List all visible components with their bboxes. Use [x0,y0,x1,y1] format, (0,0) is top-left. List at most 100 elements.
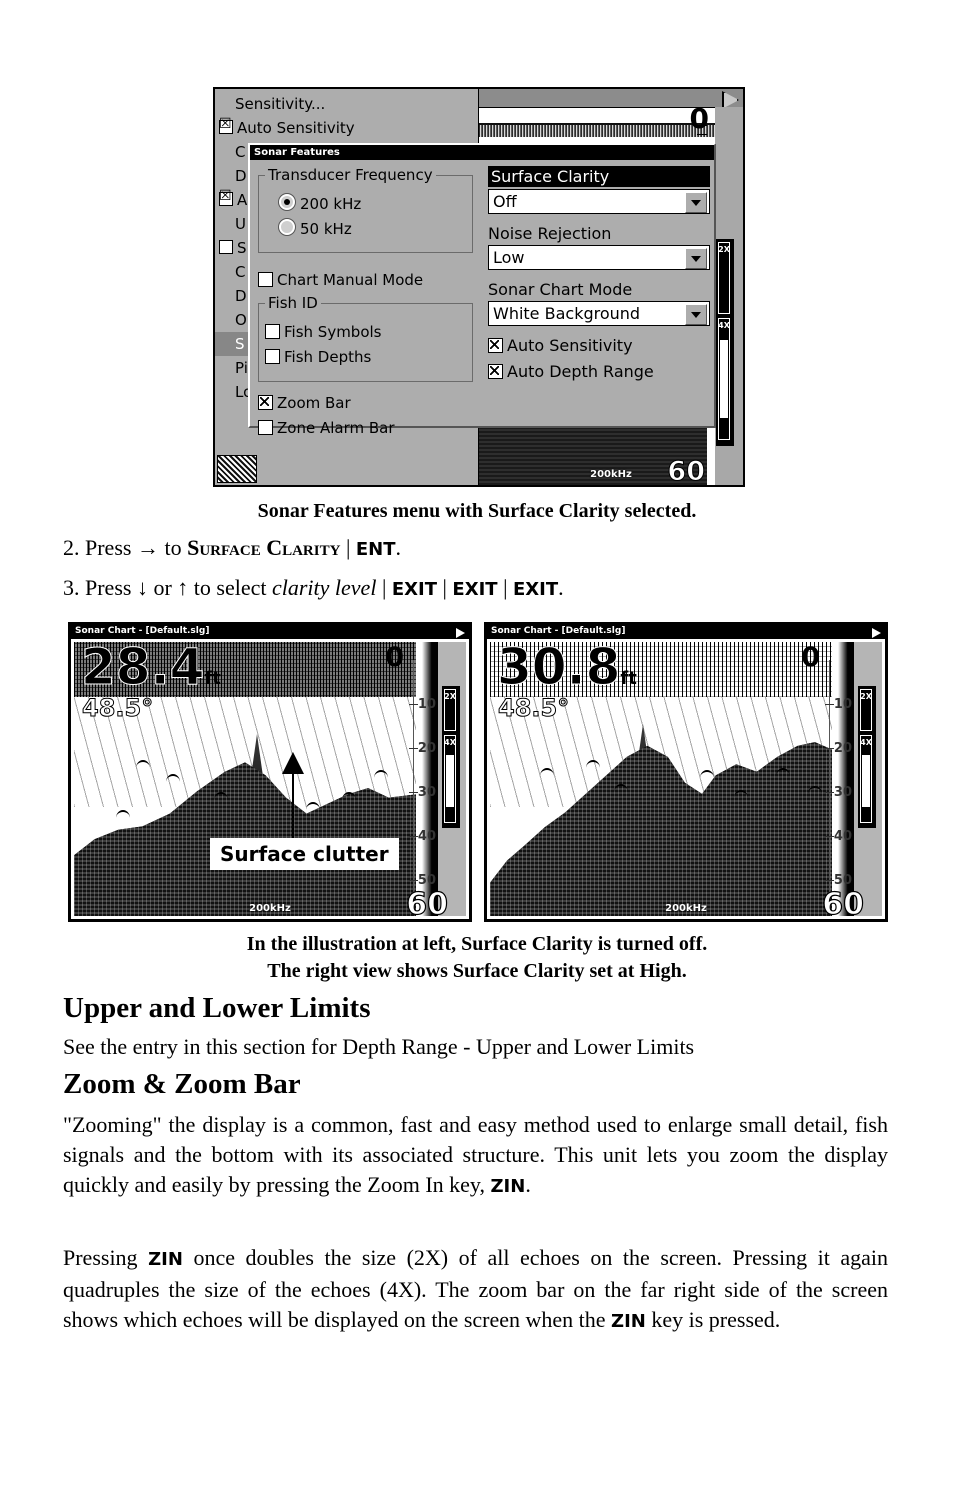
scale-tick-20: 20 [833,741,852,756]
step-to: to [158,535,188,560]
key-exit-1: EXIT [391,579,437,600]
auto-depth-range-row[interactable]: Auto Depth Range [488,362,710,381]
para2-text-a: Pressing [63,1245,149,1270]
separator: | [340,535,356,560]
zoom-bar[interactable]: 2X 4X [716,239,734,446]
chevron-down-icon[interactable] [685,192,707,213]
period: . [395,535,401,560]
depth-scale-line [829,660,830,898]
menu-item-label: D [235,287,247,305]
menu-item-label: Pi [235,359,248,377]
play-arrow-icon[interactable] [456,628,465,638]
paragraph-zoom-2: Pressing ZIN once doubles the size (2X) … [63,1243,888,1337]
fish-symbols-row[interactable]: Fish Symbols [265,323,466,341]
chevron-down-icon[interactable] [685,248,707,269]
sonar-chart-mode-label: Sonar Chart Mode [488,280,633,299]
auto-sensitivity-row[interactable]: Auto Sensitivity [488,336,710,355]
scale-tick-10: 10 [833,697,852,712]
zoom-bar-label-4x: 4X [718,321,730,330]
sonar-right-screen: 30.8ft 48.5° 0 10 20 30 40 50 2X 4X 200k… [490,642,882,916]
checkbox-icon-checked[interactable] [488,364,503,379]
noise-rejection-combo[interactable]: Low [488,245,710,270]
checkbox-icon-checked[interactable] [488,338,503,353]
step-target: Surface Clarity [187,535,341,560]
scale-tick-10: 10 [417,697,436,712]
radio-200khz[interactable]: 200 kHz [279,194,466,213]
separator: | [437,575,453,600]
scale-tick-20: 20 [417,741,436,756]
radio-icon[interactable] [279,219,295,235]
step-or: or [147,575,178,600]
dialog-titlebar: Sonar Features [250,145,714,160]
checkbox-icon[interactable] [219,119,233,134]
step-press: Press [85,575,137,600]
dialog-right-column: Surface Clarity Off Noise Rejection Low … [488,166,710,388]
depth-max-label-right: 60 [822,886,865,916]
fish-symbols-label: Fish Symbols [284,323,382,341]
chevron-down-icon[interactable] [685,304,707,325]
up-arrow-icon: ↑ [177,575,189,600]
key-exit-3: EXIT [512,579,559,600]
key-zin: ZIN [490,1176,526,1197]
figure1-caption: Sonar Features menu with Surface Clarity… [257,500,697,522]
depth-max-label: 60 [667,456,706,486]
zoom-bar-label-2x: 2X [444,692,456,701]
play-arrow-icon[interactable] [872,628,881,638]
para1-text-a: "Zooming" the display is a common, fast … [63,1112,888,1197]
step-target: clarity level [271,575,377,600]
down-arrow-icon: ↓ [136,575,148,600]
zone-alarm-bar-row[interactable]: Zone Alarm Bar [258,419,473,437]
checkbox-icon[interactable] [258,420,273,435]
surface-clarity-value: Off [493,192,517,211]
sonar-right-titlebar: Sonar Chart - [Default.slg] [487,625,885,639]
checkbox-icon-checked[interactable] [258,395,273,410]
zoom-bar-row[interactable]: Zoom Bar [258,394,473,412]
chart-thumbnail [217,455,257,483]
zoom-bar-label-4x: 4X [860,738,872,747]
depth-max-label-left: 60 [406,886,449,916]
fish-depths-row[interactable]: Fish Depths [265,348,466,366]
surface-clutter-callout: Surface clutter [210,838,399,870]
sonar-chart-mode-combo[interactable]: White Background [488,301,710,326]
radio-50khz-label: 50 kHz [300,220,352,238]
checkbox-icon[interactable] [219,191,233,206]
sonar-right-title: Sonar Chart - [Default.slg] [491,626,626,636]
auto-depth-range-label: Auto Depth Range [507,362,654,381]
separator: | [497,575,513,600]
menu-item-0[interactable]: Sensitivity... [215,92,478,116]
heading-zoom-zoom-bar: Zoom & Zoom Bar [63,1068,301,1100]
frequency-label-left: 200kHz [249,903,291,914]
sonar-screenshot-left: Sonar Chart - [Default.slg] 28.4ft 48.5°… [68,622,472,922]
chart-manual-mode-row[interactable]: Chart Manual Mode [258,271,473,289]
zoom-bar-label-4x: 4X [444,738,456,747]
step-number: 2. [63,535,85,560]
sonar-features-dialog: Sonar Features Transducer Frequency 200 … [248,143,716,437]
key-zin-1: ZIN [148,1249,183,1270]
radio-icon-selected[interactable] [279,194,295,210]
depth-units: ft [620,668,637,689]
surface-clarity-label: Surface Clarity [488,166,710,187]
depth-zero-label-left: 0 [385,642,404,673]
checkbox-icon[interactable] [258,272,273,287]
zoom-bar-left[interactable]: 2X 4X [442,686,460,828]
figure2-caption-line1: In the illustration at left, Surface Cla… [246,933,708,955]
depth-zero-label-right: 0 [801,642,820,673]
sonar-screenshot-right: Sonar Chart - [Default.slg] 30.8ft 48.5°… [484,622,888,922]
checkbox-icon[interactable] [265,324,280,339]
checkbox-icon[interactable] [219,240,233,254]
checkbox-icon[interactable] [265,349,280,364]
surface-clarity-combo[interactable]: Off [488,189,710,214]
menu-item-1[interactable]: Auto Sensitivity [215,116,478,140]
depth-units: ft [204,668,221,689]
fish-depths-label: Fish Depths [284,348,372,366]
auto-sensitivity-label: Auto Sensitivity [507,336,633,355]
zoom-bar-right[interactable]: 2X 4X [858,686,876,828]
scale-tick-40: 40 [833,829,852,844]
sonar-chart-mode-value: White Background [493,304,641,323]
menu-item-label: Sensitivity... [235,95,326,113]
radio-50khz[interactable]: 50 kHz [279,219,466,238]
fish-id-group: Fish ID Fish Symbols Fish Depths [258,294,473,382]
right-arrow-icon: → [136,535,159,560]
sonar-left-screen: 28.4ft 48.5° 0 10 20 30 40 50 2X 4X 200k… [74,642,466,916]
key-ent: ENT [355,539,396,560]
